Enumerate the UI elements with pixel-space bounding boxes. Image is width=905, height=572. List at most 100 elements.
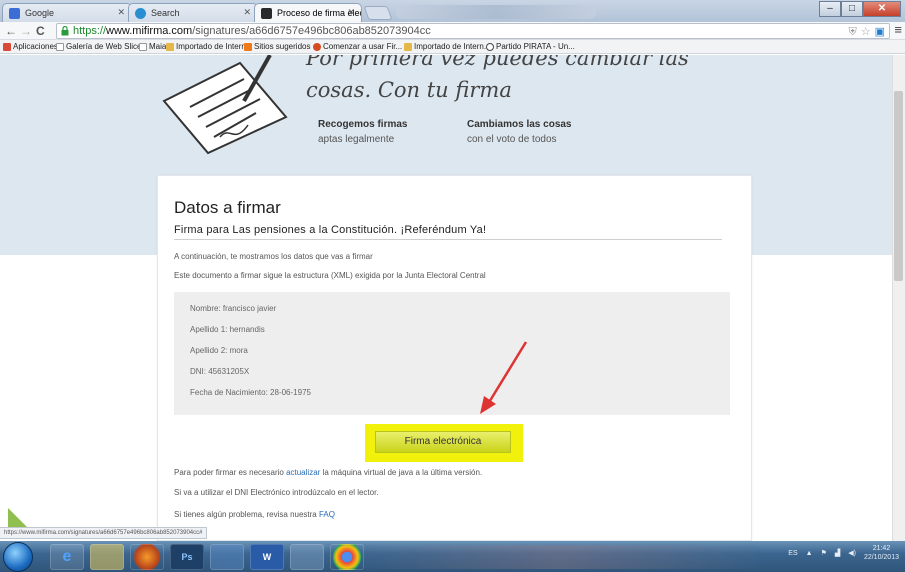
suggested-sites-icon: [244, 42, 252, 51]
red-arrow-annotation: [480, 341, 528, 414]
feature-sub-recogemos: aptas legalmente: [318, 134, 395, 145]
language-indicator[interactable]: ES: [788, 550, 797, 557]
tab-search[interactable]: Search ✕: [128, 3, 258, 22]
back-arrow-icon[interactable]: ←: [5, 24, 17, 38]
photoshop-icon[interactable]: Ps: [170, 544, 204, 570]
reload-icon[interactable]: C: [36, 24, 45, 38]
field-apellido2: Apellido 2: mora: [190, 346, 248, 355]
image-viewer-icon[interactable]: [290, 544, 324, 570]
bookmark-label: Aplicaciones: [13, 42, 58, 51]
status-bar-url: https://www.mifirma.com/signatures/a66d6…: [0, 527, 208, 539]
new-tab-button[interactable]: [363, 6, 393, 20]
bookmark-aplicaciones[interactable]: Aplicaciones: [3, 42, 58, 51]
word-icon[interactable]: W: [250, 544, 284, 570]
bookmark-label: Importado de Intern...: [176, 42, 253, 51]
bookmark-maia[interactable]: Maia: [139, 42, 166, 51]
firefox-icon: [313, 42, 321, 51]
faq-link[interactable]: FAQ: [319, 510, 335, 519]
flag-icon[interactable]: ⚑: [821, 549, 827, 557]
java-update-note: Para poder firmar es necesario actualiza…: [174, 468, 482, 477]
bookmark-label: Partido PIRATA - Un...: [496, 42, 575, 51]
vertical-scrollbar[interactable]: [892, 55, 905, 541]
chrome-icon[interactable]: [330, 544, 364, 570]
actualizar-link[interactable]: actualizar: [286, 468, 320, 477]
petition-title: Firma para Las pensiones a la Constituci…: [174, 224, 722, 240]
browser-tab-strip: Google ✕ Search ✕ Proceso de firma elect…: [0, 0, 905, 22]
signature-document-icon: [162, 55, 288, 155]
network-icon[interactable]: ▟: [835, 549, 840, 557]
note-text: Si tienes algún problema, revisa nuestra: [174, 510, 319, 519]
bookmark-galeria[interactable]: Galería de Web Slice: [56, 42, 141, 51]
intro-text: A continuación, te mostramos los datos q…: [174, 252, 373, 261]
page-viewport: Por primera vez puedes cambiar las cosas…: [0, 55, 905, 541]
tab-proceso-firma[interactable]: Proceso de firma electrón ✕: [254, 3, 362, 22]
bookmark-comenzar-firefox[interactable]: Comenzar a usar Fir...: [313, 42, 402, 51]
xml-structure-text: Este documento a firmar sigue la estruct…: [174, 271, 486, 280]
field-dni: DNI: 45631205X: [190, 367, 250, 376]
page-title: Datos a firmar: [174, 198, 281, 217]
apps-grid-icon: [3, 42, 11, 51]
pirate-party-icon: [486, 42, 494, 51]
firefox-icon[interactable]: [130, 544, 164, 570]
field-apellido1: Apellido 1: hernandis: [190, 325, 265, 334]
forward-arrow-icon[interactable]: →: [20, 24, 32, 38]
show-hidden-icons-icon[interactable]: ▲: [806, 550, 813, 557]
volume-icon[interactable]: ◀): [848, 549, 856, 557]
chrome-menu-icon[interactable]: ≡: [894, 22, 902, 37]
dni-note: Si va a utilizar el DNI Electrónico intr…: [174, 488, 379, 497]
file-explorer-icon[interactable]: [90, 544, 124, 570]
field-nombre: Nombre: francisco javier: [190, 304, 277, 313]
close-tab-icon[interactable]: ✕: [243, 7, 251, 18]
omnibox-actions: ⛨ ☆ ▣: [848, 25, 885, 39]
feature-title-cambiamos: Cambiamos las cosas: [467, 119, 572, 130]
bookmark-importado-2[interactable]: Importado de Intern...: [404, 42, 491, 51]
extension-icon[interactable]: ▣: [875, 25, 885, 39]
bookmark-sitios-sugeridos[interactable]: Sitios sugeridos: [244, 42, 310, 51]
folder-icon: [404, 42, 412, 51]
close-tab-icon[interactable]: ✕: [347, 7, 355, 18]
vpn-app-icon[interactable]: [210, 544, 244, 570]
note-text: Para poder firmar es necesario: [174, 468, 287, 477]
tab-label: Search: [151, 8, 180, 18]
google-favicon-icon: [9, 8, 20, 19]
feature-sub-cambiamos: con el voto de todos: [467, 134, 557, 145]
feature-title-recogemos: Recogemos firmas: [318, 119, 408, 130]
datos-a-firmar-panel: Datos a firmar Firma para Las pensiones …: [157, 175, 752, 541]
close-window-button[interactable]: ✕: [863, 1, 901, 17]
page-action-icon[interactable]: ⛨: [848, 25, 856, 39]
faq-note: Si tienes algún problema, revisa nuestra…: [174, 510, 335, 519]
bookmark-star-icon[interactable]: ☆: [861, 25, 871, 39]
minimize-button[interactable]: –: [819, 1, 841, 17]
close-tab-icon[interactable]: ✕: [117, 7, 125, 18]
url-scheme: https://: [73, 25, 107, 37]
screen: Google ✕ Search ✕ Proceso de firma elect…: [0, 0, 905, 572]
bookmarks-bar: Aplicaciones Galería de Web Slice Maia I…: [0, 40, 905, 54]
windows-taskbar: e Ps W ES ▲ ⚑ ▟ ◀) 21:42 22/10/2013: [0, 541, 905, 572]
clock[interactable]: 21:42 22/10/2013: [864, 544, 899, 562]
window-controls: – □ ✕: [819, 1, 901, 17]
bookmark-label: Galería de Web Slice: [66, 42, 142, 51]
bookmark-label: Importado de Intern...: [414, 42, 491, 51]
lock-icon: [61, 26, 69, 36]
maximize-button[interactable]: □: [841, 1, 863, 17]
note-text: la máquina virtual de java a la última v…: [320, 468, 483, 477]
field-fecha-nacimiento: Fecha de Nacimiento: 28-06-1975: [190, 388, 311, 397]
start-button[interactable]: [3, 542, 33, 572]
firma-electronica-button[interactable]: Firma electrónica: [375, 431, 511, 453]
search-favicon-icon: [135, 8, 146, 19]
page-icon: [139, 42, 147, 51]
button-highlight: Firma electrónica: [365, 424, 523, 462]
bookmark-label: Sitios sugeridos: [254, 42, 311, 51]
scrollbar-thumb[interactable]: [894, 91, 903, 281]
system-tray: ES ▲ ⚑ ▟ ◀) 21:42 22/10/2013: [788, 544, 899, 562]
blurred-region: [360, 545, 760, 569]
url-path: /signatures/a66d6757e496bc806ab852073904…: [192, 25, 431, 37]
tab-google[interactable]: Google ✕: [2, 3, 132, 22]
bookmark-label: Comenzar a usar Fir...: [323, 42, 403, 51]
internet-explorer-icon[interactable]: e: [50, 544, 84, 570]
hero-tagline-line2: cosas. Con tu firma: [306, 78, 512, 102]
address-bar[interactable]: https://www.mifirma.com/signatures/a66d6…: [56, 23, 890, 39]
signer-data-box: Nombre: francisco javier Apellido 1: her…: [174, 292, 730, 415]
bookmark-partido-pirata[interactable]: Partido PIRATA - Un...: [486, 42, 575, 51]
bookmark-importado-1[interactable]: Importado de Intern...: [166, 42, 253, 51]
